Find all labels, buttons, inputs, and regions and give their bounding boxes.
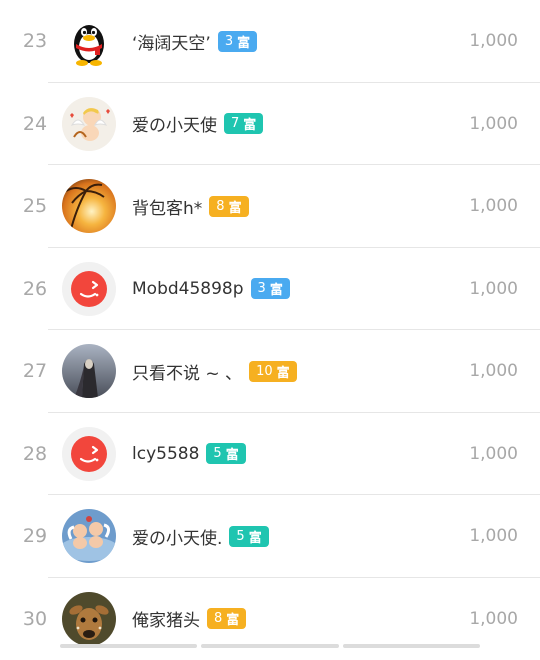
list-item[interactable]: 23 ‘海阔天空’ 3富 1,000 [0,0,540,83]
scroll-segment [343,644,480,648]
ranking-list: 23 ‘海阔天空’ 3富 1,000 [0,0,540,660]
user-name[interactable]: 爱の小天使. [132,524,222,549]
scroll-segment [60,644,197,648]
score-value: 1,000 [469,165,518,248]
list-item[interactable]: 28 lcy5588 5富 1,000 [0,413,540,496]
score-value: 1,000 [469,0,518,83]
red-wink-avatar[interactable] [62,262,116,316]
user-name[interactable]: 俺家猪头 [132,606,200,631]
wealth-level-badge: 10富 [249,361,297,382]
red-wink-avatar[interactable] [62,427,116,481]
wealth-level-badge: 8富 [207,608,246,629]
deer-avatar[interactable] [62,592,116,646]
list-item[interactable]: 25 背包客h* 8富 1,0 [0,165,540,248]
rank-number: 23 [0,0,70,83]
wealth-level-badge: 8富 [209,196,248,217]
cupid-avatar[interactable] [62,97,116,151]
wealth-level-badge: 3富 [251,278,290,299]
scroll-segment [201,644,338,648]
score-value: 1,000 [469,330,518,413]
list-item[interactable]: 27 只看不说 ~ 、 10富 1,000 [0,330,540,413]
user-name[interactable]: Mobd45898p [132,279,244,299]
rank-number: 27 [0,330,70,413]
rank-number: 24 [0,83,70,166]
user-name[interactable]: ‘海阔天空’ [132,29,211,54]
rank-number: 25 [0,165,70,248]
rank-number: 26 [0,248,70,331]
user-name[interactable]: lcy5588 [132,444,199,464]
rank-number: 28 [0,413,70,496]
user-name[interactable]: 爱の小天使 [132,111,217,136]
qq-penguin-avatar[interactable] [62,14,116,68]
score-value: 1,000 [469,83,518,166]
score-value: 1,000 [469,495,518,578]
user-name[interactable]: 背包客h* [132,194,202,219]
wealth-level-badge: 5富 [229,526,268,547]
wealth-level-badge: 7富 [224,113,263,134]
user-name[interactable]: 只看不说 ~ 、 [132,359,242,384]
wealth-level-badge: 5富 [206,443,245,464]
angels-avatar[interactable] [62,509,116,563]
list-item[interactable]: 29 爱の小天使. 5富 1,000 [0,495,540,578]
horizontal-scroll-indicator[interactable] [60,644,480,648]
rank-number: 29 [0,495,70,578]
score-value: 1,000 [469,413,518,496]
score-value: 1,000 [469,248,518,331]
list-item[interactable]: 24 爱の小天使 7富 1,000 [0,83,540,166]
cloaked-figure-avatar[interactable] [62,344,116,398]
list-item[interactable]: 26 Mobd45898p 3富 1,000 [0,248,540,331]
sunset-palm-avatar[interactable] [62,179,116,233]
wealth-level-badge: 3富 [218,31,257,52]
